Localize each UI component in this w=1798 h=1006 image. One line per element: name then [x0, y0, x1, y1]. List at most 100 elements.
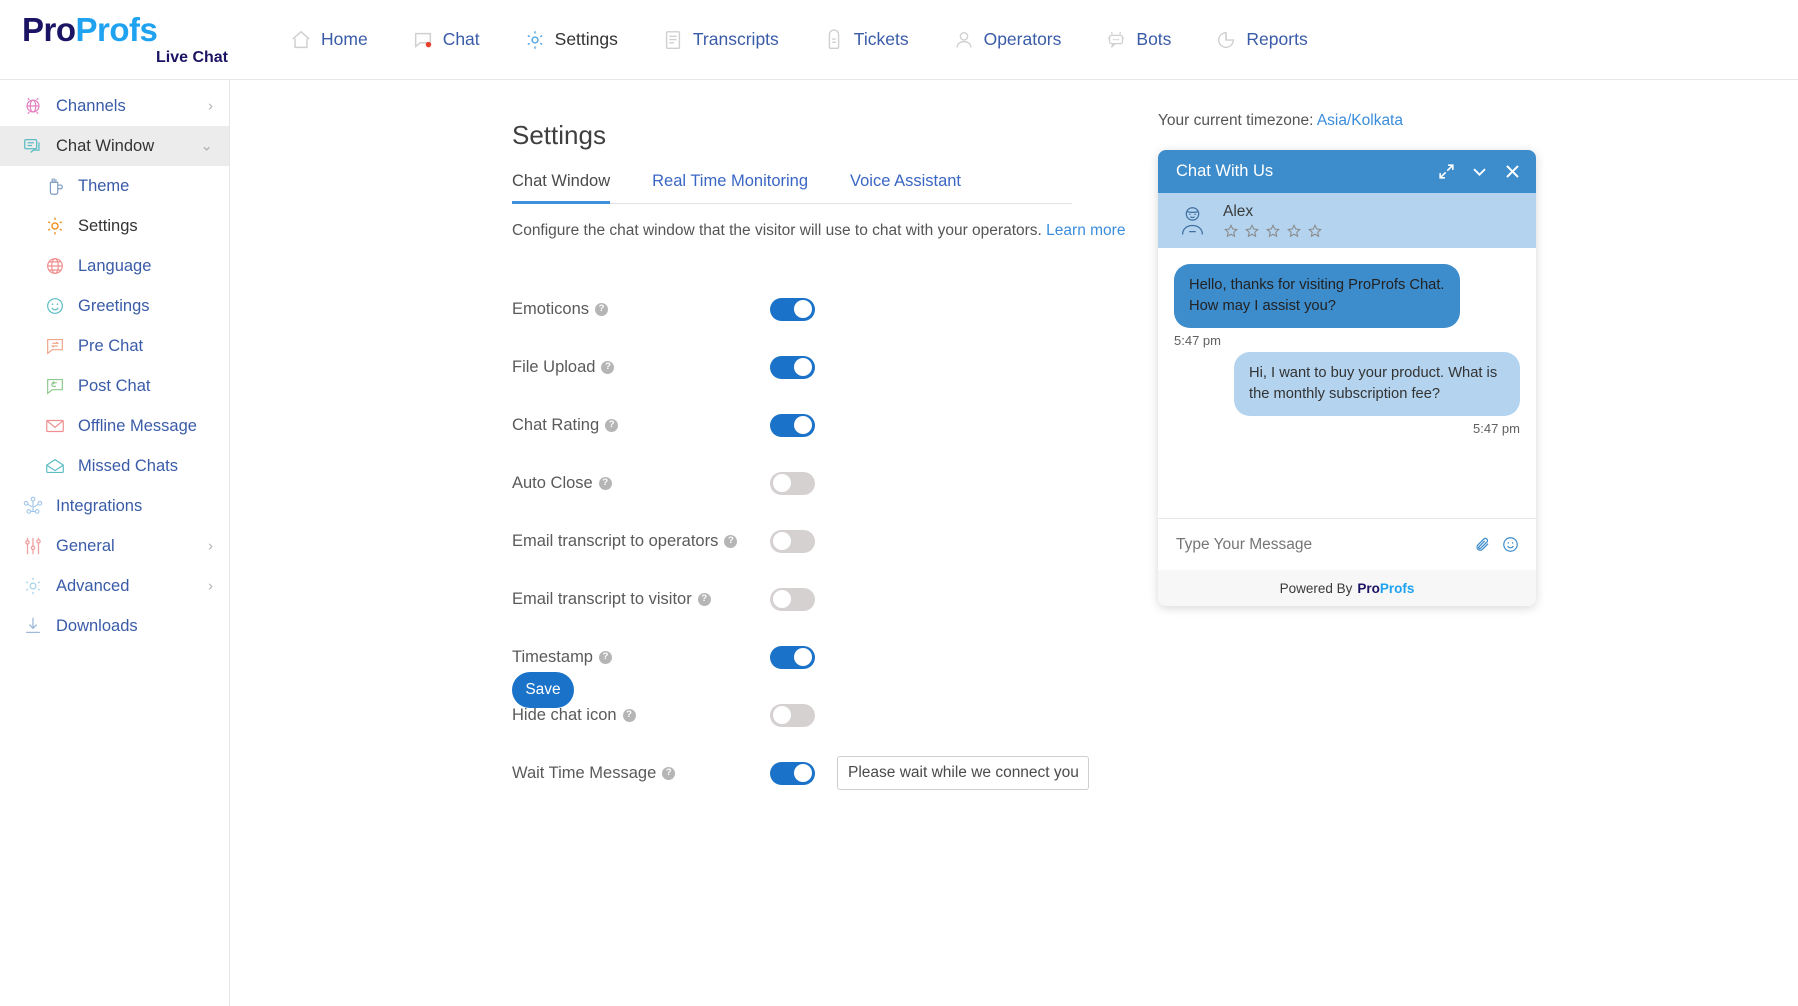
tab-chat-window[interactable]: Chat Window — [512, 172, 611, 204]
star-icon[interactable] — [1223, 223, 1239, 239]
sidebar-item-integrations[interactable]: Integrations — [0, 486, 229, 526]
nav-label-operators: Operators — [983, 29, 1062, 49]
sidebar-item-greetings[interactable]: Greetings — [0, 286, 229, 326]
toggle-knob — [794, 416, 812, 434]
avatar — [1181, 207, 1204, 235]
sidebar-item-general[interactable]: General › — [0, 526, 229, 566]
toggle-auto-close[interactable] — [770, 471, 815, 495]
help-icon[interactable]: ? — [662, 766, 676, 780]
toggle-knob — [773, 706, 791, 724]
sidebar-item-offline-message[interactable]: Offline Message — [0, 406, 229, 446]
tab-real-time-monitoring[interactable]: Real Time Monitoring — [652, 172, 808, 203]
nav-label-bots: Bots — [1136, 29, 1172, 49]
setting-row-email-transcript-visitor: Email transcript to visitor ? — [512, 570, 1112, 628]
nav-item-tickets[interactable]: Tickets — [801, 28, 931, 51]
settings-description: Configure the chat window that the visit… — [512, 222, 1125, 240]
chat-widget-title: Chat With Us — [1176, 162, 1274, 180]
toggle-chat-rating[interactable] — [770, 413, 815, 437]
emoji-icon[interactable] — [1501, 535, 1520, 554]
chat-input-bar — [1158, 518, 1536, 570]
learn-more-link[interactable]: Learn more — [1046, 222, 1125, 239]
nav-item-transcripts[interactable]: Transcripts — [640, 29, 801, 51]
operator-meta: Alex — [1223, 203, 1323, 239]
toggle-knob — [773, 590, 791, 608]
sidebar-label-chat-window: Chat Window — [56, 136, 155, 155]
sidebar-item-channels[interactable]: Channels › — [0, 86, 229, 126]
sidebar-label-language: Language — [78, 256, 152, 275]
toggle-knob — [773, 474, 791, 492]
sidebar-item-post-chat[interactable]: Post Chat — [0, 366, 229, 406]
setting-text-timestamp: Timestamp — [512, 647, 593, 666]
toggle-timestamp[interactable] — [770, 645, 815, 669]
nav-item-chat[interactable]: Chat — [390, 29, 502, 51]
help-icon[interactable]: ? — [697, 592, 711, 606]
user-icon — [956, 31, 972, 47]
sliders-icon — [25, 537, 41, 555]
help-icon[interactable]: ? — [598, 476, 612, 490]
attachment-icon[interactable] — [1473, 535, 1492, 554]
toggle-wait-time-message[interactable] — [770, 761, 815, 785]
rating-stars — [1223, 223, 1323, 239]
gear-icon — [527, 30, 543, 49]
star-icon[interactable] — [1244, 223, 1260, 239]
tab-voice-assistant[interactable]: Voice Assistant — [850, 172, 961, 203]
sidebar-item-theme[interactable]: Theme — [0, 166, 229, 206]
top-navigation-bar: ProProfs Live Chat Home Chat Settings Tr… — [0, 0, 1798, 80]
nav-item-settings[interactable]: Settings — [502, 29, 640, 51]
setting-row-wait-time-message: Wait Time Message ? — [512, 744, 1112, 802]
toggle-email-transcript-visitor[interactable] — [770, 587, 815, 611]
sidebar-label-post-chat: Post Chat — [78, 376, 151, 395]
timezone-value-link[interactable]: Asia/Kolkata — [1317, 112, 1403, 129]
wait-time-message-input[interactable] — [837, 756, 1089, 790]
chat-bubble-icon — [414, 32, 431, 48]
sidebar-item-settings[interactable]: Settings — [0, 206, 229, 246]
setting-label-auto-close: Auto Close ? — [512, 474, 770, 493]
nav-item-bots[interactable]: Bots — [1083, 29, 1193, 51]
page-title: Settings — [512, 120, 606, 150]
help-icon[interactable]: ? — [724, 534, 738, 548]
chat-message-input[interactable] — [1174, 534, 1473, 555]
sidebar-label-missed-chats: Missed Chats — [78, 456, 178, 475]
setting-text-auto-close: Auto Close — [512, 473, 593, 492]
sidebar-item-downloads[interactable]: Downloads — [0, 606, 229, 646]
star-icon[interactable] — [1265, 223, 1281, 239]
expand-icon[interactable] — [1437, 162, 1456, 181]
open-envelope-icon — [46, 458, 64, 474]
sidebar-label-offline-message: Offline Message — [78, 416, 197, 435]
save-button[interactable]: Save — [512, 672, 574, 708]
sidebar-item-chat-window[interactable]: Chat Window ⌄ — [0, 126, 229, 166]
message-bubble-visitor: Hi, I want to buy your product. What is … — [1234, 351, 1520, 416]
nav-item-reports[interactable]: Reports — [1193, 29, 1329, 51]
nav-item-operators[interactable]: Operators — [931, 29, 1084, 51]
chat-message-list: Hello, thanks for visiting ProProfs Chat… — [1158, 248, 1536, 518]
chat-widget-footer: Powered By ProProfs — [1158, 570, 1536, 606]
sidebar-item-advanced[interactable]: Advanced › — [0, 566, 229, 606]
setting-row-timestamp: Timestamp ? — [512, 628, 1112, 686]
close-icon[interactable] — [1503, 162, 1522, 181]
help-icon[interactable]: ? — [599, 650, 612, 664]
help-icon[interactable]: ? — [601, 360, 615, 374]
star-icon[interactable] — [1286, 223, 1302, 239]
gear-outline-icon — [25, 577, 41, 595]
help-icon[interactable]: ? — [622, 708, 636, 722]
message-bubble-operator: Hello, thanks for visiting ProProfs Chat… — [1174, 264, 1460, 328]
nav-label-settings: Settings — [554, 29, 618, 49]
setting-row-file-upload: File Upload ? — [512, 338, 1112, 396]
toggle-email-transcript-operators[interactable] — [770, 529, 815, 553]
toggle-hide-chat-icon[interactable] — [770, 703, 815, 727]
setting-row-emoticons: Emoticons ? — [512, 280, 1112, 338]
sidebar-item-missed-chats[interactable]: Missed Chats — [0, 446, 229, 486]
toggle-emoticons[interactable] — [770, 297, 815, 321]
sidebar-label-channels: Channels — [56, 96, 126, 115]
toggle-file-upload[interactable] — [770, 355, 815, 379]
help-icon[interactable]: ? — [605, 418, 619, 432]
app-logo[interactable]: ProProfs Live Chat — [0, 13, 230, 66]
nav-item-home[interactable]: Home — [268, 29, 390, 51]
help-icon[interactable]: ? — [595, 302, 609, 316]
powered-by-label: Powered By — [1279, 580, 1353, 596]
chevron-down-icon[interactable] — [1470, 162, 1489, 181]
sidebar-item-language[interactable]: Language — [0, 246, 229, 286]
sidebar-item-pre-chat[interactable]: Pre Chat — [0, 326, 229, 366]
star-icon[interactable] — [1307, 223, 1323, 239]
sidebar-label-pre-chat: Pre Chat — [78, 336, 144, 355]
